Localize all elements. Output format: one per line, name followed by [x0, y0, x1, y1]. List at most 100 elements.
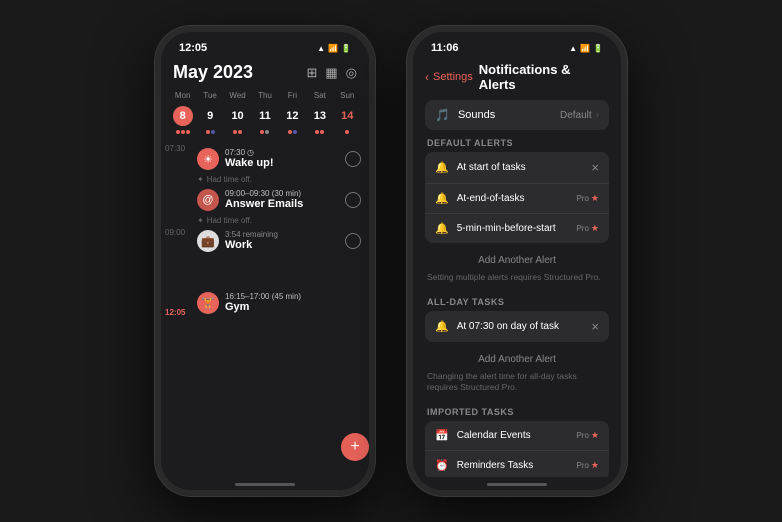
task-work[interactable]: 💼 3:54 remaining Work — [197, 230, 361, 252]
sounds-chevron-icon: › — [596, 110, 599, 121]
alert-start-label: At start of tasks — [457, 162, 592, 173]
time-off-1: ✦Had time off. — [197, 173, 361, 186]
task-emails-time: 09:00–09:30 (30 min) — [225, 189, 345, 198]
calendar-more-icon[interactable]: ◎ — [346, 65, 357, 81]
task-wakeup-title: Wake up! — [225, 157, 345, 169]
remove-alert-start-button[interactable]: × — [591, 160, 599, 175]
weekday-mon: Mon — [169, 89, 196, 102]
alert-at-end[interactable]: 🔔 At-end-of-tasks Pro ★ — [425, 184, 609, 214]
star-icon-1: ★ — [591, 193, 599, 204]
calendar-pro-badge: Pro ★ — [576, 430, 599, 441]
default-alerts-note: Setting multiple alerts requires Structu… — [425, 272, 609, 289]
right-status-bar: 11:06 ▲ 📶 🔋 — [413, 32, 621, 58]
task-work-circle[interactable] — [345, 233, 361, 249]
task-gym-title: Gym — [225, 301, 361, 313]
settings-header: ‹ Settings Notifications & Alerts — [413, 58, 621, 100]
calendar-header: May 2023 ⊞ ▦ ◎ — [161, 58, 369, 89]
add-task-button[interactable]: + — [341, 433, 369, 461]
right-home-indicator — [487, 483, 547, 486]
time-0730: 07:30 — [165, 144, 185, 153]
alert-at-start[interactable]: 🔔 At start of tasks × — [425, 152, 609, 184]
right-time: 11:06 — [431, 42, 459, 54]
date-10[interactable]: 10 — [224, 106, 251, 126]
back-label[interactable]: Settings — [433, 71, 473, 83]
star-icon-3: ★ — [591, 430, 599, 441]
bell-icon-3: 🔔 — [435, 222, 449, 235]
alert-end-label: At-end-of-tasks — [457, 193, 577, 204]
all-day-group: 🔔 At 07:30 on day of task × — [425, 311, 609, 342]
reminders-label: Reminders Tasks — [457, 460, 577, 471]
weekday-tue: Tue — [196, 89, 223, 102]
sounds-value: Default — [560, 110, 592, 121]
page-title: Notifications & Alerts — [479, 62, 609, 92]
left-time: 12:05 — [179, 42, 207, 54]
all-day-alert-label: At 07:30 on day of task — [457, 321, 592, 332]
sounds-icon: 🎵 — [435, 108, 450, 122]
time-0900: 09:00 — [165, 228, 185, 237]
date-14[interactable]: 14 — [334, 106, 361, 126]
alert-end-pro-badge: Pro ★ — [576, 193, 599, 204]
calendar-icon-group: ⊞ ▦ ◎ — [306, 65, 357, 81]
reminders-icon: ⏰ — [435, 459, 449, 472]
left-phone: 12:05 ▲ 📶 🔋 May 2023 ⊞ ▦ ◎ — [155, 26, 375, 496]
task-work-title: Work — [225, 239, 345, 251]
weekday-wed: Wed — [224, 89, 251, 102]
left-status-icons: ▲ 📶 🔋 — [317, 44, 351, 53]
remove-allday-alert-button[interactable]: × — [591, 319, 599, 334]
weekday-fri: Fri — [279, 89, 306, 102]
app-container: 12:05 ▲ 📶 🔋 May 2023 ⊞ ▦ ◎ — [0, 0, 782, 522]
all-day-note: Changing the alert time for all-day task… — [425, 371, 609, 399]
date-13[interactable]: 13 — [306, 106, 333, 126]
task-emails-circle[interactable] — [345, 192, 361, 208]
bell-icon-1: 🔔 — [435, 161, 449, 174]
alert-5min-pro-badge: Pro ★ — [576, 223, 599, 234]
left-home-indicator — [235, 483, 295, 486]
timeline: 07:30 ☀ 07:30◷ Wake up! ✦Had time off. — [161, 140, 369, 477]
all-day-alert-row[interactable]: 🔔 At 07:30 on day of task × — [425, 311, 609, 342]
date-12[interactable]: 12 — [279, 106, 306, 126]
week-dots-row — [161, 130, 369, 134]
week-days-row: Mon Tue Wed Thu Fri Sat Sun — [161, 89, 369, 102]
left-status-bar: 12:05 ▲ 📶 🔋 — [161, 32, 369, 58]
task-emails-title: Answer Emails — [225, 198, 345, 210]
task-work-remaining: 3:54 remaining — [225, 230, 345, 239]
calendar-grid-icon[interactable]: ⊞ — [306, 65, 317, 81]
calendar-icon: 📅 — [435, 429, 449, 442]
alert-5min[interactable]: 🔔 5-min-min-before-start Pro ★ — [425, 214, 609, 243]
add-another-alert-button-2[interactable]: Add Another Alert — [425, 348, 609, 371]
calendar-month-title: May 2023 — [173, 62, 253, 83]
reminders-row[interactable]: ⏰ Reminders Tasks Pro ★ — [425, 451, 609, 477]
right-phone: 11:06 ▲ 📶 🔋 ‹ Settings Notifications & A… — [407, 26, 627, 496]
date-11[interactable]: 11 — [251, 106, 278, 126]
imported-section-label: IMPORTED TASKS — [427, 407, 609, 417]
default-alerts-group: 🔔 At start of tasks × 🔔 At-end-of-tasks … — [425, 152, 609, 243]
sounds-label: Sounds — [458, 109, 560, 121]
back-arrow-icon[interactable]: ‹ — [425, 70, 429, 84]
reminders-pro-badge: Pro ★ — [576, 460, 599, 471]
task-gym[interactable]: 🏋 16:15–17:00 (45 min) Gym — [197, 292, 361, 314]
bell-icon-4: 🔔 — [435, 320, 449, 333]
calendar-events-row[interactable]: 📅 Calendar Events Pro ★ — [425, 421, 609, 451]
alert-5min-label: 5-min-min-before-start — [457, 223, 577, 234]
task-emails[interactable]: @ 09:00–09:30 (30 min) Answer Emails — [197, 189, 361, 211]
sounds-row[interactable]: 🎵 Sounds Default › — [425, 100, 609, 130]
star-icon-2: ★ — [591, 223, 599, 234]
weekday-sun: Sun — [334, 89, 361, 102]
default-alerts-section-label: DEFAULT ALERTS — [427, 138, 609, 148]
weekday-thu: Thu — [251, 89, 278, 102]
settings-body: 🎵 Sounds Default › DEFAULT ALERTS 🔔 At s… — [413, 100, 621, 477]
time-off-2: ✦Had time off. — [197, 214, 361, 227]
add-another-alert-button-1[interactable]: Add Another Alert — [425, 249, 609, 272]
time-1205: 12:05 — [165, 308, 185, 317]
star-icon-4: ★ — [591, 460, 599, 471]
weekday-sat: Sat — [306, 89, 333, 102]
date-9[interactable]: 9 — [200, 106, 220, 126]
date-8[interactable]: 8 — [173, 106, 193, 126]
task-wakeup[interactable]: ☀ 07:30◷ Wake up! — [197, 148, 361, 170]
imported-group: 📅 Calendar Events Pro ★ ⏰ Reminders Task… — [425, 421, 609, 477]
task-wakeup-circle[interactable] — [345, 151, 361, 167]
task-gym-time: 16:15–17:00 (45 min) — [225, 292, 361, 301]
calendar-events-label: Calendar Events — [457, 430, 577, 441]
calendar-photo-icon[interactable]: ▦ — [325, 65, 337, 81]
week-dates-row: 8 9 10 11 12 13 14 — [161, 106, 369, 126]
